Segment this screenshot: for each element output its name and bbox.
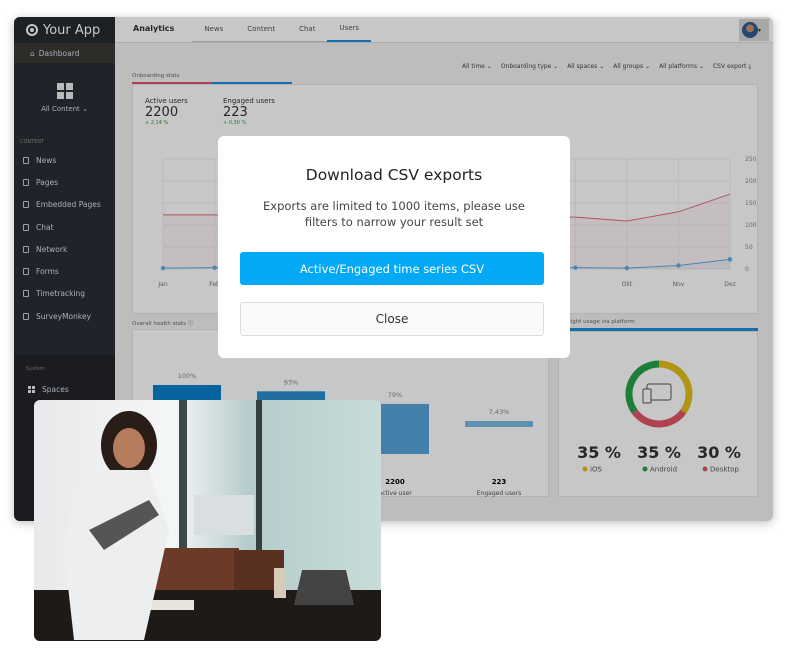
time-series-csv-button[interactable]: Active/Engaged time series CSV [240,252,544,285]
office-woman-photo [34,400,381,641]
dialog-message: Exports are limited to 1000 items, pleas… [263,199,525,229]
csv-export-dialog: Download CSV exports Exports are limited… [218,136,570,358]
close-button[interactable]: Close [240,302,544,336]
photo-illustration [34,400,381,641]
dialog-title: Download CSV exports [305,166,483,184]
